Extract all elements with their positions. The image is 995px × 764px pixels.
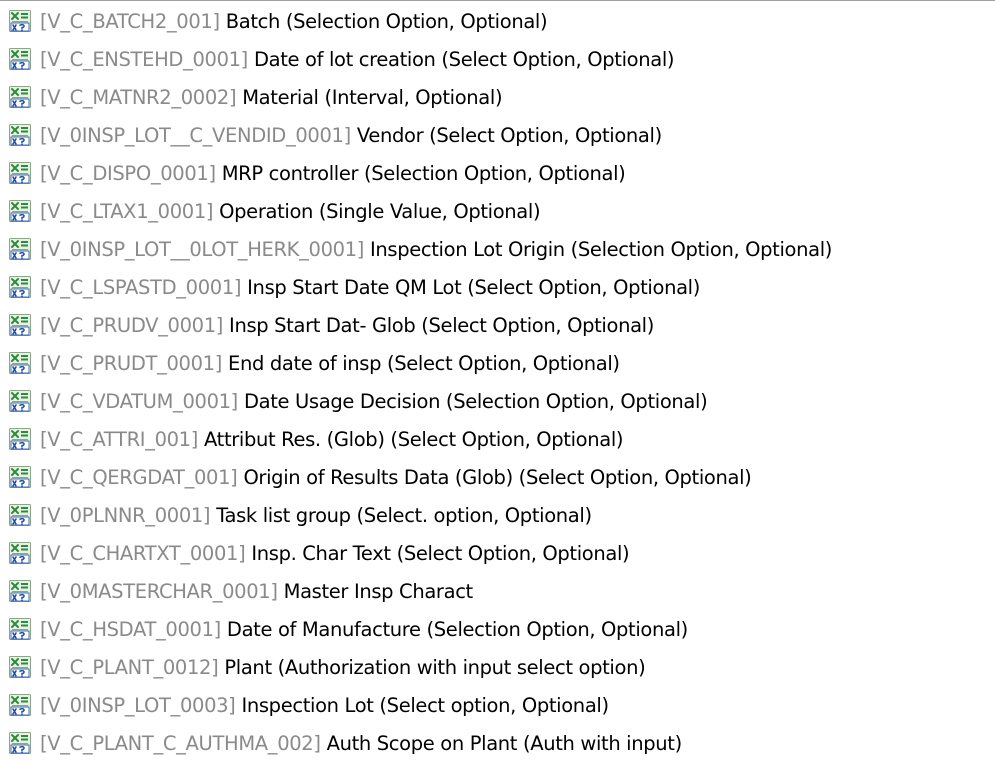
variable-icon	[9, 352, 31, 374]
variable-icon	[9, 580, 31, 602]
variable-description: Plant (Authorization with input select o…	[224, 655, 646, 679]
variable-description: Attribut Res. (Glob) (Select Option, Opt…	[204, 427, 624, 451]
variable-description: Date of Manufacture (Selection Option, O…	[226, 617, 688, 641]
technical-name: [V_C_CHARTXT_0001]	[40, 541, 246, 565]
variable-description: Origin of Results Data (Glob) (Select Op…	[243, 465, 752, 489]
list-item[interactable]: [V_0MASTERCHAR_0001] Master Insp Charact	[9, 572, 832, 610]
technical-name: [V_0INSP_LOT__0LOT_HERK_0001]	[40, 237, 364, 261]
technical-name: [V_C_LTAX1_0001]	[40, 199, 214, 223]
variable-description: Inspection Lot (Select option, Optional)	[241, 693, 609, 717]
variable-description: Insp. Char Text (Select Option, Optional…	[251, 541, 630, 565]
variable-icon	[9, 732, 31, 754]
variable-icon	[9, 124, 31, 146]
list-item[interactable]: [V_C_PRUDT_0001] End date of insp (Selec…	[9, 344, 832, 382]
list-item[interactable]: [V_C_CHARTXT_0001] Insp. Char Text (Sele…	[9, 534, 832, 572]
variable-description: Master Insp Charact	[283, 579, 474, 603]
technical-name: [V_C_ENSTEHD_0001]	[40, 47, 248, 71]
variable-icon	[9, 10, 31, 32]
variable-description: MRP controller (Selection Option, Option…	[221, 161, 626, 185]
variable-icon	[9, 618, 31, 640]
variable-icon	[9, 200, 31, 222]
technical-name: [V_C_ATTRI_001]	[40, 427, 198, 451]
list-item[interactable]: [V_0INSP_LOT__C_VENDID_0001] Vendor (Sel…	[9, 116, 832, 154]
list-item[interactable]: [V_C_PLANT_C_AUTHMA_002] Auth Scope on P…	[9, 724, 832, 762]
variable-icon	[9, 504, 31, 526]
technical-name: [V_C_PRUDT_0001]	[40, 351, 222, 375]
list-item[interactable]: [V_0INSP_LOT__0LOT_HERK_0001] Inspection…	[9, 230, 832, 268]
variable-icon	[9, 542, 31, 564]
variable-icon	[9, 48, 31, 70]
variable-icon	[9, 86, 31, 108]
technical-name: [V_C_DISPO_0001]	[40, 161, 216, 185]
variable-description: Date of lot creation (Select Option, Opt…	[253, 47, 675, 71]
list-item[interactable]: [V_C_LTAX1_0001] Operation (Single Value…	[9, 192, 832, 230]
variable-description: End date of insp (Select Option, Optiona…	[227, 351, 620, 375]
technical-name: [V_C_LSPASTD_0001]	[40, 275, 242, 299]
technical-name: [V_C_MATNR2_0002]	[40, 85, 237, 109]
variable-description: Insp Start Dat- Glob (Select Option, Opt…	[229, 313, 655, 337]
variable-description: Operation (Single Value, Optional)	[219, 199, 541, 223]
technical-name: [V_C_VDATUM_0001]	[40, 389, 238, 413]
variable-icon	[9, 276, 31, 298]
variable-icon	[9, 656, 31, 678]
variable-icon	[9, 694, 31, 716]
technical-name: [V_C_PLANT_C_AUTHMA_002]	[40, 731, 321, 755]
list-item[interactable]: [V_C_HSDAT_0001] Date of Manufacture (Se…	[9, 610, 832, 648]
variable-icon	[9, 466, 31, 488]
variable-description: Material (Interval, Optional)	[242, 85, 503, 109]
list-item[interactable]: [V_C_PLANT_0012] Plant (Authorization wi…	[9, 648, 832, 686]
list-item[interactable]: [V_C_ENSTEHD_0001] Date of lot creation …	[9, 40, 832, 78]
technical-name: [V_C_QERGDAT_001]	[40, 465, 238, 489]
technical-name: [V_C_PRUDV_0001]	[40, 313, 224, 337]
variable-icon	[9, 428, 31, 450]
variable-description: Date Usage Decision (Selection Option, O…	[243, 389, 708, 413]
list-top-border	[0, 0, 995, 1]
list-item[interactable]: [V_C_DISPO_0001] MRP controller (Selecti…	[9, 154, 832, 192]
list-item[interactable]: [V_C_LSPASTD_0001] Insp Start Date QM Lo…	[9, 268, 832, 306]
list-item[interactable]: [V_C_MATNR2_0002] Material (Interval, Op…	[9, 78, 832, 116]
list-item[interactable]: [V_0INSP_LOT_0003] Inspection Lot (Selec…	[9, 686, 832, 724]
technical-name: [V_0INSP_LOT_0003]	[40, 693, 236, 717]
variable-list: [V_C_BATCH2_001] Batch (Selection Option…	[9, 2, 832, 762]
list-item[interactable]: [V_C_BATCH2_001] Batch (Selection Option…	[9, 2, 832, 40]
variable-description: Insp Start Date QM Lot (Select Option, O…	[247, 275, 701, 299]
technical-name: [V_0MASTERCHAR_0001]	[40, 579, 278, 603]
variable-description: Vendor (Select Option, Optional)	[356, 123, 662, 147]
technical-name: [V_0INSP_LOT__C_VENDID_0001]	[40, 123, 351, 147]
technical-name: [V_C_PLANT_0012]	[40, 655, 219, 679]
technical-name: [V_C_BATCH2_001]	[40, 9, 220, 33]
list-item[interactable]: [V_0PLNNR_0001] Task list group (Select.…	[9, 496, 832, 534]
variable-icon	[9, 390, 31, 412]
list-item[interactable]: [V_C_QERGDAT_001] Origin of Results Data…	[9, 458, 832, 496]
variable-icon	[9, 238, 31, 260]
technical-name: [V_0PLNNR_0001]	[40, 503, 211, 527]
list-item[interactable]: [V_C_PRUDV_0001] Insp Start Dat- Glob (S…	[9, 306, 832, 344]
variable-description: Task list group (Select. option, Optiona…	[216, 503, 592, 527]
variable-icon	[9, 314, 31, 336]
technical-name: [V_C_HSDAT_0001]	[40, 617, 221, 641]
list-item[interactable]: [V_C_VDATUM_0001] Date Usage Decision (S…	[9, 382, 832, 420]
variable-description: Inspection Lot Origin (Selection Option,…	[370, 237, 833, 261]
variable-description: Auth Scope on Plant (Auth with input)	[326, 731, 683, 755]
list-item[interactable]: [V_C_ATTRI_001] Attribut Res. (Glob) (Se…	[9, 420, 832, 458]
variable-description: Batch (Selection Option, Optional)	[225, 9, 548, 33]
variable-icon	[9, 162, 31, 184]
